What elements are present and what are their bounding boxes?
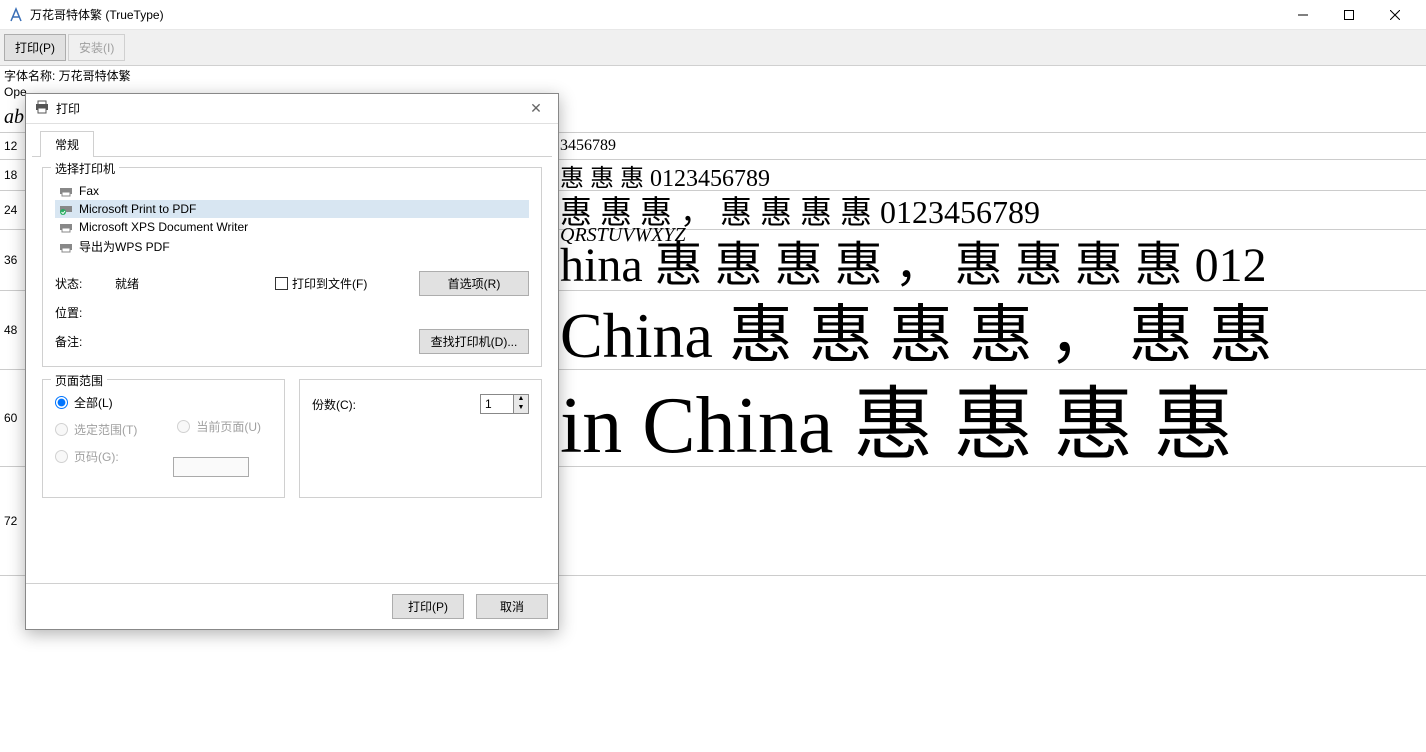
dialog-close-button[interactable]: ✕ [522, 100, 550, 117]
radio-input [177, 420, 190, 433]
printer-icon [59, 185, 75, 197]
dialog-cancel-button[interactable]: 取消 [476, 594, 548, 619]
toolbar: 打印(P) 安装(I) [0, 30, 1426, 66]
pt-label: 24 [4, 203, 26, 217]
pt-label: 18 [4, 168, 26, 182]
font-name-line: 字体名称: 万花哥特体繁 [4, 68, 1422, 84]
copies-input[interactable] [481, 395, 513, 413]
radio-pages: 页码(G): [55, 448, 137, 465]
pt-label: 12 [4, 139, 26, 153]
radio-selection-label: 选定范围(T) [74, 421, 137, 438]
comment-label: 备注: [55, 333, 115, 350]
page-number-input [173, 457, 249, 477]
window-title: 万花哥特体繁 (TrueType) [30, 6, 164, 23]
spin-up-icon[interactable]: ▲ [514, 395, 528, 404]
radio-input[interactable] [55, 396, 68, 409]
status-value: 就绪 [115, 275, 275, 292]
checkbox-icon [275, 277, 288, 290]
tab-strip: 常规 [26, 124, 558, 156]
printer-name: Microsoft Print to PDF [79, 202, 196, 216]
radio-all[interactable]: 全部(L) [55, 394, 137, 411]
radio-current-label: 当前页面(U) [196, 418, 261, 435]
titlebar: 万花哥特体繁 (TrueType) [0, 0, 1426, 30]
print-dialog: 打印 ✕ 常规 选择打印机 Fax Microsoft Print to PDF… [25, 93, 559, 630]
tab-general[interactable]: 常规 [40, 131, 94, 157]
printer-item-wps[interactable]: 导出为WPS PDF [55, 236, 529, 257]
page-range-group: 页面范围 全部(L) 选定范围(T) 页码(G): [42, 379, 285, 498]
app-icon [8, 7, 24, 23]
radio-all-label: 全部(L) [74, 394, 113, 411]
copies-label: 份数(C): [312, 396, 356, 413]
print-to-file-checkbox[interactable]: 打印到文件(F) [275, 275, 419, 292]
close-button[interactable] [1372, 0, 1418, 30]
pt-label: 48 [4, 323, 26, 337]
printer-name: Fax [79, 184, 99, 198]
printer-icon [59, 241, 75, 253]
preferences-button[interactable]: 首选项(R) [419, 271, 529, 296]
print-to-file-label: 打印到文件(F) [292, 275, 367, 292]
sample-text: 3456789 [560, 137, 616, 155]
radio-selection: 选定范围(T) [55, 421, 137, 438]
printer-item-xps[interactable]: Microsoft XPS Document Writer [55, 218, 529, 236]
minimize-button[interactable] [1280, 0, 1326, 30]
printer-name: 导出为WPS PDF [79, 238, 170, 255]
spin-down-icon[interactable]: ▼ [514, 404, 528, 413]
dialog-titlebar: 打印 ✕ [26, 94, 558, 124]
printer-status-grid: 状态: 就绪 打印到文件(F) 首选项(R) 位置: 备注: 查找打印机(D).… [55, 271, 529, 354]
printer-item-pdf[interactable]: Microsoft Print to PDF [55, 200, 529, 218]
radio-input [55, 423, 68, 436]
install-button: 安装(I) [68, 34, 125, 61]
radio-input [55, 450, 68, 463]
print-button[interactable]: 打印(P) [4, 34, 66, 61]
printer-icon [59, 221, 75, 233]
printer-group: 选择打印机 Fax Microsoft Print to PDF Microso… [42, 167, 542, 367]
copies-row: 份数(C): ▲ ▼ [312, 394, 529, 414]
printer-icon [34, 100, 50, 117]
radio-current: 当前页面(U) [177, 418, 261, 435]
location-label: 位置: [55, 304, 115, 321]
printer-item-fax[interactable]: Fax [55, 182, 529, 200]
maximize-button[interactable] [1326, 0, 1372, 30]
find-printer-button[interactable]: 查找打印机(D)... [419, 329, 529, 354]
pt-label: 60 [4, 411, 26, 425]
radio-pages-label: 页码(G): [74, 448, 119, 465]
printer-group-legend: 选择打印机 [51, 160, 119, 177]
dialog-footer: 打印(P) 取消 [26, 583, 558, 629]
copies-group: 份数(C): ▲ ▼ [299, 379, 542, 498]
status-label: 状态: [55, 275, 115, 292]
sample-text: in China 惠 惠 惠 惠 [560, 360, 1233, 476]
page-copies-row: 页面范围 全部(L) 选定范围(T) 页码(G): [42, 379, 542, 498]
dialog-title: 打印 [56, 100, 80, 117]
printer-list[interactable]: Fax Microsoft Print to PDF Microsoft XPS… [55, 182, 529, 257]
dialog-print-button[interactable]: 打印(P) [392, 594, 464, 619]
copies-spinner[interactable]: ▲ ▼ [480, 394, 529, 414]
printer-name: Microsoft XPS Document Writer [79, 220, 248, 234]
pt-label: 36 [4, 253, 26, 267]
page-range-legend: 页面范围 [51, 372, 107, 389]
window-controls [1280, 0, 1418, 30]
printer-icon [59, 203, 75, 215]
tab-body: 选择打印机 Fax Microsoft Print to PDF Microso… [32, 156, 552, 583]
pt-label: 72 [4, 514, 26, 528]
